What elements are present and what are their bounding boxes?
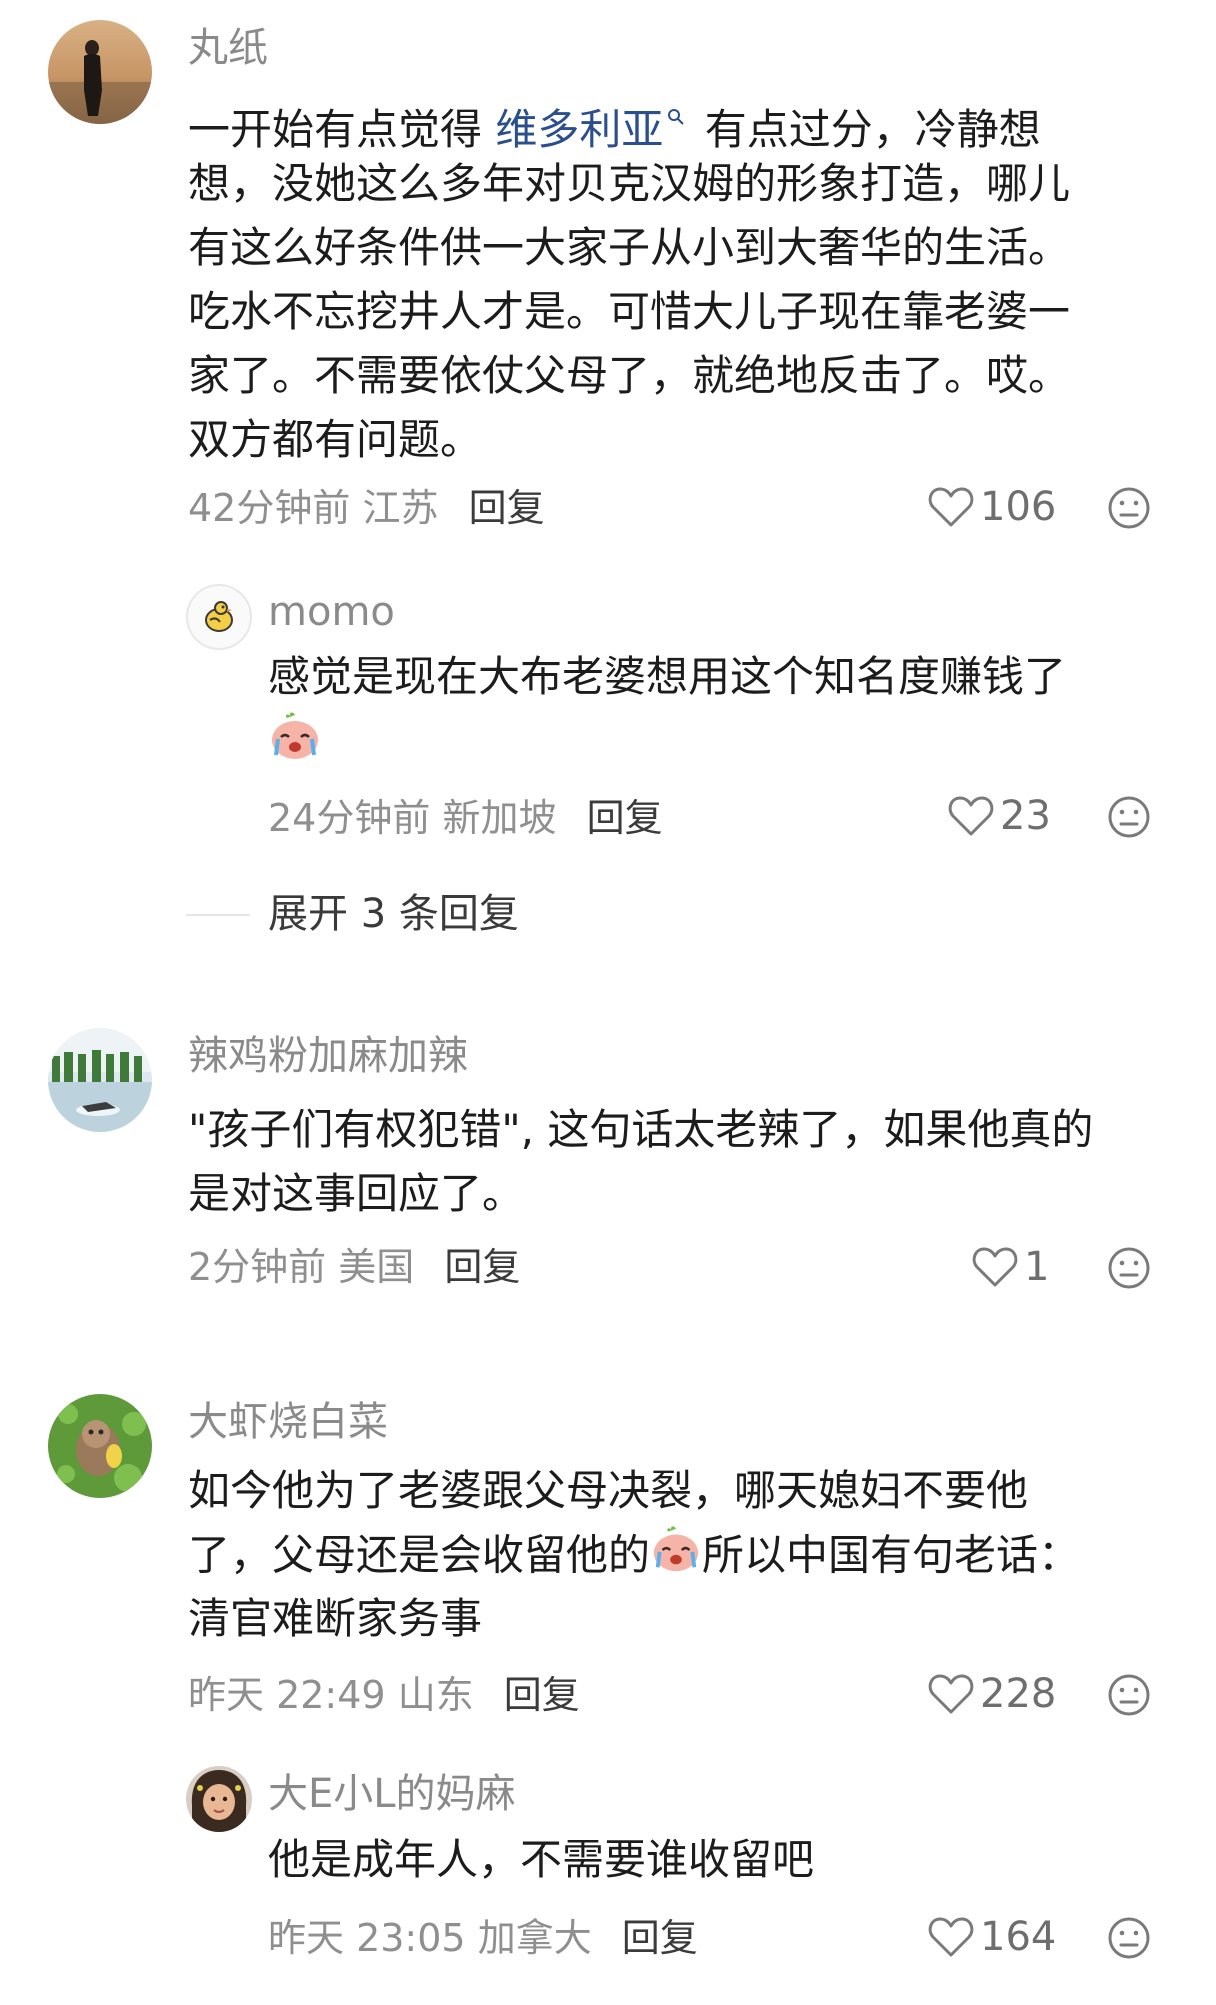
timestamp: 昨天 23:05 xyxy=(268,1916,466,1960)
emoji-face-icon[interactable] xyxy=(1107,1673,1151,1721)
username[interactable]: momo xyxy=(268,592,395,632)
username[interactable]: 大E小L的妈麻 xyxy=(268,1774,516,1814)
comment-text: "孩子们有权犯错", 这句话太老辣了，如果他真的 是对这事回应了。 xyxy=(188,1098,1093,1226)
reply-button[interactable]: 回复 xyxy=(469,486,545,530)
like-count: 228 xyxy=(980,1671,1057,1717)
location: 加拿大 xyxy=(477,1916,592,1960)
comment-line: 吃水不忘挖井人才是。可惜大儿子现在靠老婆一 xyxy=(188,287,1071,336)
reply-button[interactable]: 回复 xyxy=(622,1916,698,1960)
expand-divider xyxy=(186,914,250,916)
comment-line: 清官难断家务事 xyxy=(188,1594,483,1643)
heart-outline-icon xyxy=(972,1247,1018,1287)
heart-outline-icon xyxy=(928,1917,974,1957)
timestamp: 42分钟前 xyxy=(188,486,351,530)
heart-outline-icon xyxy=(948,796,994,836)
comment-line: 有这么好条件供一大家子从小到大奢华的生活。 xyxy=(188,223,1071,272)
like-button[interactable]: 106 xyxy=(928,486,1056,528)
reply-button[interactable]: 回复 xyxy=(587,796,663,840)
username[interactable]: 辣鸡粉加麻加辣 xyxy=(188,1036,468,1076)
like-count: 164 xyxy=(980,1914,1057,1960)
comment-text: 一开始有点觉得 维多利亚 有点过分，冷静想 想，没她这么多年对贝克汉姆的形象打造… xyxy=(188,88,1070,472)
comment-line: 了，父母还是会收留他的 所以中国有句老话： xyxy=(188,1523,1080,1587)
crying-face-emoji xyxy=(268,709,322,781)
avatar[interactable] xyxy=(186,584,252,650)
expand-replies-button[interactable]: 展开 3 条回复 xyxy=(268,894,519,934)
emoji-face-icon[interactable] xyxy=(1107,795,1151,843)
comment-meta: 24分钟前 新加坡 回复 xyxy=(268,799,663,837)
avatar[interactable] xyxy=(48,1394,152,1498)
reply-button[interactable]: 回复 xyxy=(504,1673,580,1717)
timestamp: 24分钟前 xyxy=(268,796,431,840)
comment-list: 丸纸 一开始有点觉得 维多利亚 有点过分，冷静想 想，没她这么多年对贝克汉姆的形… xyxy=(0,0,1216,2005)
crying-face-emoji xyxy=(650,1523,702,1593)
username[interactable]: 大虾烧白菜 xyxy=(188,1402,388,1442)
avatar[interactable] xyxy=(186,1766,252,1832)
comment-line: 如今他为了老婆跟父母决裂，哪天媳妇不要他 xyxy=(188,1466,1029,1515)
comment-line: 家了。不需要依仗父母了，就绝地反击了。哎。 xyxy=(188,351,1071,400)
emoji-face-icon[interactable] xyxy=(1107,1246,1151,1294)
heart-outline-icon xyxy=(928,487,974,527)
username[interactable]: 丸纸 xyxy=(188,28,268,68)
topic-link[interactable]: 维多利亚 xyxy=(495,105,663,154)
timestamp: 2分钟前 xyxy=(188,1245,327,1289)
like-count: 23 xyxy=(1000,793,1051,839)
location: 江苏 xyxy=(362,486,439,530)
like-button[interactable]: 228 xyxy=(928,1673,1056,1715)
location: 美国 xyxy=(338,1245,415,1289)
location: 山东 xyxy=(397,1673,474,1717)
timestamp: 昨天 22:49 xyxy=(188,1673,386,1717)
like-count: 1 xyxy=(1024,1244,1050,1290)
comment-text: 感觉是现在大布老婆想用这个知名度赚钱了 xyxy=(268,645,1066,773)
like-button[interactable]: 164 xyxy=(928,1916,1056,1958)
emoji-face-icon[interactable] xyxy=(1107,486,1151,534)
heart-outline-icon xyxy=(928,1674,974,1714)
comment-text: 他是成年人，不需要谁收留吧 xyxy=(268,1828,814,1892)
comment-meta: 昨天 22:49 山东 回复 xyxy=(188,1676,580,1714)
like-button[interactable]: 23 xyxy=(948,795,1051,837)
avatar[interactable] xyxy=(48,20,152,124)
like-count: 106 xyxy=(980,484,1057,530)
comment-line: 是对这事回应了。 xyxy=(188,1169,525,1218)
like-button[interactable]: 1 xyxy=(972,1246,1049,1288)
search-icon[interactable] xyxy=(667,88,685,152)
location: 新加坡 xyxy=(442,796,557,840)
reply-button[interactable]: 回复 xyxy=(444,1245,520,1289)
comment-line: 他是成年人，不需要谁收留吧 xyxy=(268,1835,815,1884)
comment-meta: 42分钟前 江苏 回复 xyxy=(188,489,545,527)
comment-line: 感觉是现在大布老婆想用这个知名度赚钱了 xyxy=(268,652,1067,701)
comment-line xyxy=(268,709,1066,773)
comment-meta: 2分钟前 美国 回复 xyxy=(188,1248,520,1286)
comment-line: "孩子们有权犯错", 这句话太老辣了，如果他真的 xyxy=(188,1105,1094,1154)
comment-line: 一开始有点觉得 维多利亚 有点过分，冷静想 xyxy=(188,88,1070,154)
comment-meta: 昨天 23:05 加拿大 回复 xyxy=(268,1919,698,1957)
comment-line: 想，没她这么多年对贝克汉姆的形象打造，哪儿 xyxy=(188,159,1071,208)
emoji-face-icon[interactable] xyxy=(1107,1916,1151,1964)
avatar[interactable] xyxy=(48,1028,152,1132)
comment-line: 双方都有问题。 xyxy=(188,415,483,464)
comment-text: 如今他为了老婆跟父母决裂，哪天媳妇不要他 了，父母还是会收留他的 所以中国有句老… xyxy=(188,1459,1080,1651)
